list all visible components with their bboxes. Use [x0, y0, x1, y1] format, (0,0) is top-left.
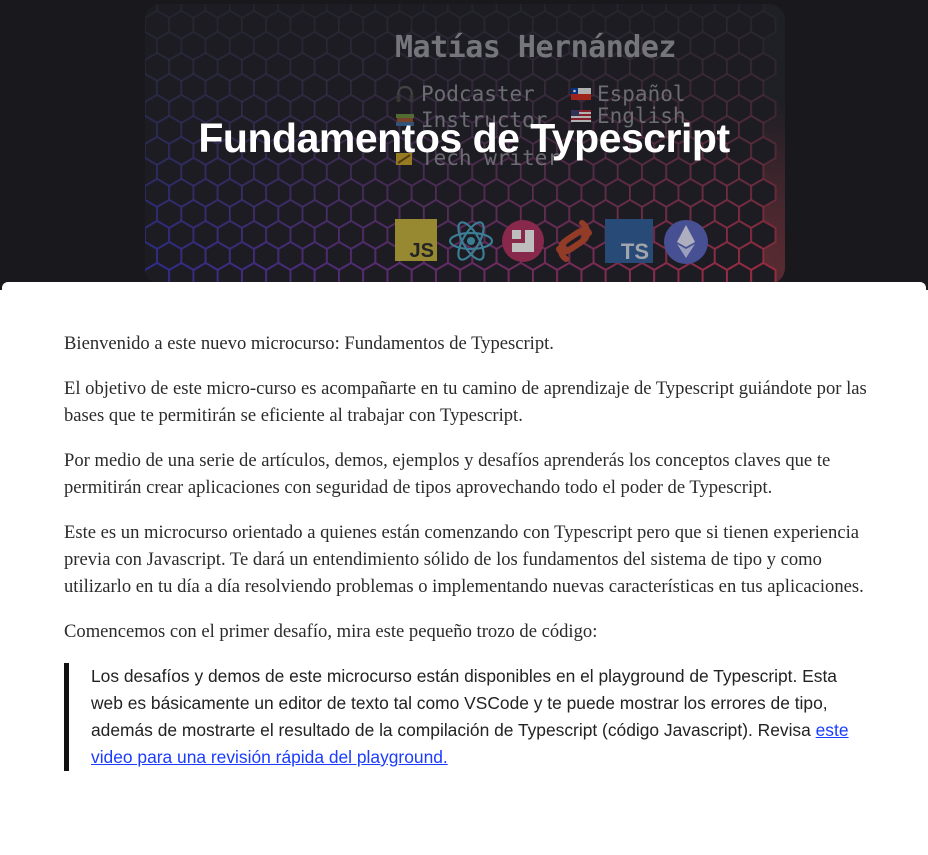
paragraph-start: Comencemos con el primer desafío, mira e… [64, 621, 598, 642]
paragraph-method: Por medio de una serie de artículos, dem… [64, 450, 831, 498]
paragraph-objective: El objetivo de este micro-curso es acomp… [64, 378, 867, 426]
article-body: Bienvenido a este nuevo microcurso: Fund… [64, 330, 874, 771]
callout-body: Los desafíos y demos de este microcurso … [91, 666, 837, 740]
page-title: Fundamentos de Typescript [198, 115, 730, 161]
article-container: Bienvenido a este nuevo microcurso: Fund… [2, 282, 926, 855]
paragraph-audience: Este es un microcurso orientado a quiene… [64, 522, 864, 597]
paragraph-intro: Bienvenido a este nuevo microcurso: Fund… [64, 333, 554, 354]
playground-callout: Los desafíos y demos de este microcurso … [64, 663, 854, 771]
hero-banner: Matías Hernández Podcaster Instructor Te… [0, 0, 928, 290]
callout-text: Los desafíos y demos de este microcurso … [91, 663, 854, 771]
